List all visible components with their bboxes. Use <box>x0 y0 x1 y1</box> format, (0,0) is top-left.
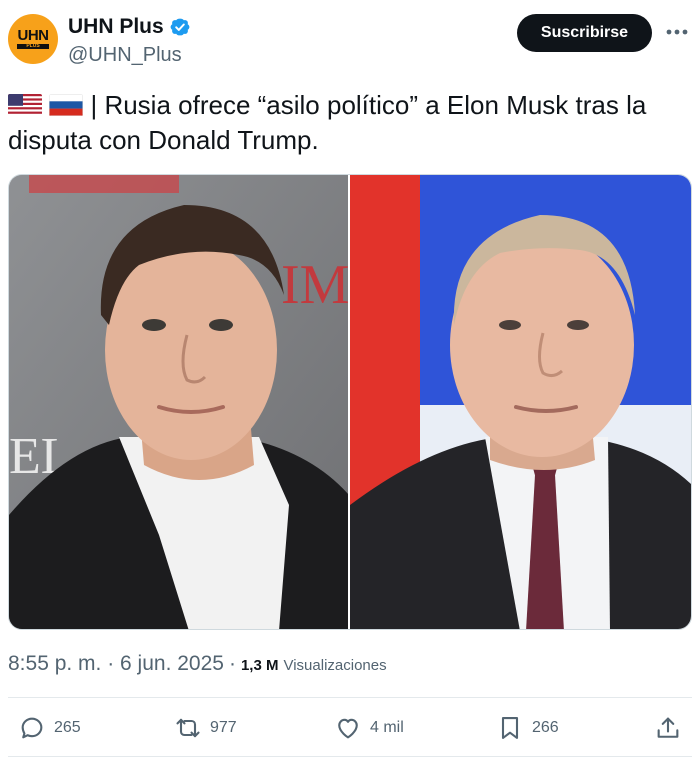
photo-right[interactable] <box>350 175 691 629</box>
bookmark-count: 266 <box>532 719 559 736</box>
repost-count: 977 <box>210 719 237 736</box>
reply-button[interactable]: 265 <box>18 710 81 746</box>
share-icon <box>657 717 679 738</box>
united-states-flag-icon <box>8 94 42 116</box>
views-label: Visualizaciones <box>283 657 387 674</box>
account-handle[interactable]: @UHN_Plus <box>68 44 182 67</box>
avatar[interactable]: UHN PLUS <box>8 14 58 64</box>
bookmark-icon <box>501 717 519 739</box>
like-count: 4 mil <box>370 719 404 736</box>
bookmark-button[interactable]: 266 <box>496 710 559 746</box>
subscribe-button[interactable]: Suscribirse <box>517 14 652 52</box>
repost-button[interactable]: 977 <box>174 710 237 746</box>
reply-count: 265 <box>54 719 81 736</box>
tweet-body: | Rusia ofrece “asilo político” a Elon M… <box>8 90 647 155</box>
action-bar: 265 977 4 mil 266 <box>0 700 700 756</box>
divider-top <box>8 697 692 698</box>
photo-left[interactable]: IM EL <box>9 175 348 629</box>
like-button[interactable]: 4 mil <box>334 710 404 746</box>
portrait-illustration-left: IM EL <box>9 175 348 629</box>
portrait-illustration-right <box>350 175 691 629</box>
share-button[interactable] <box>654 710 682 746</box>
more-horizontal-icon[interactable] <box>664 22 690 42</box>
heart-icon <box>338 718 358 739</box>
name-row: UHN Plus <box>68 14 191 40</box>
tweet-media[interactable]: IM EL <box>8 174 692 630</box>
verified-badge-icon <box>170 18 190 36</box>
reply-icon <box>21 717 43 739</box>
avatar-logo-subtext: PLUS <box>26 43 40 49</box>
display-name[interactable]: UHN Plus <box>68 15 164 39</box>
divider-bottom <box>8 756 692 757</box>
views-count: 1,3 M <box>240 657 279 674</box>
tweet-meta: 8:55 p. m. · 6 jun. 2025 · 1,3 M Visuali… <box>8 652 387 680</box>
svg-text:IM: IM <box>281 254 348 316</box>
timestamp[interactable]: 8:55 p. m. · 6 jun. 2025 <box>8 652 224 676</box>
russia-flag-icon <box>49 94 84 116</box>
tweet-header: UHN PLUS UHN Plus @UHN_Plus Suscribirse <box>0 0 700 80</box>
repost-icon <box>176 718 200 738</box>
meta-separator: · <box>228 652 236 675</box>
tweet-text: | Rusia ofrece “asilo político” a Elon M… <box>8 88 692 158</box>
avatar-logo-text: UHN <box>17 27 50 44</box>
